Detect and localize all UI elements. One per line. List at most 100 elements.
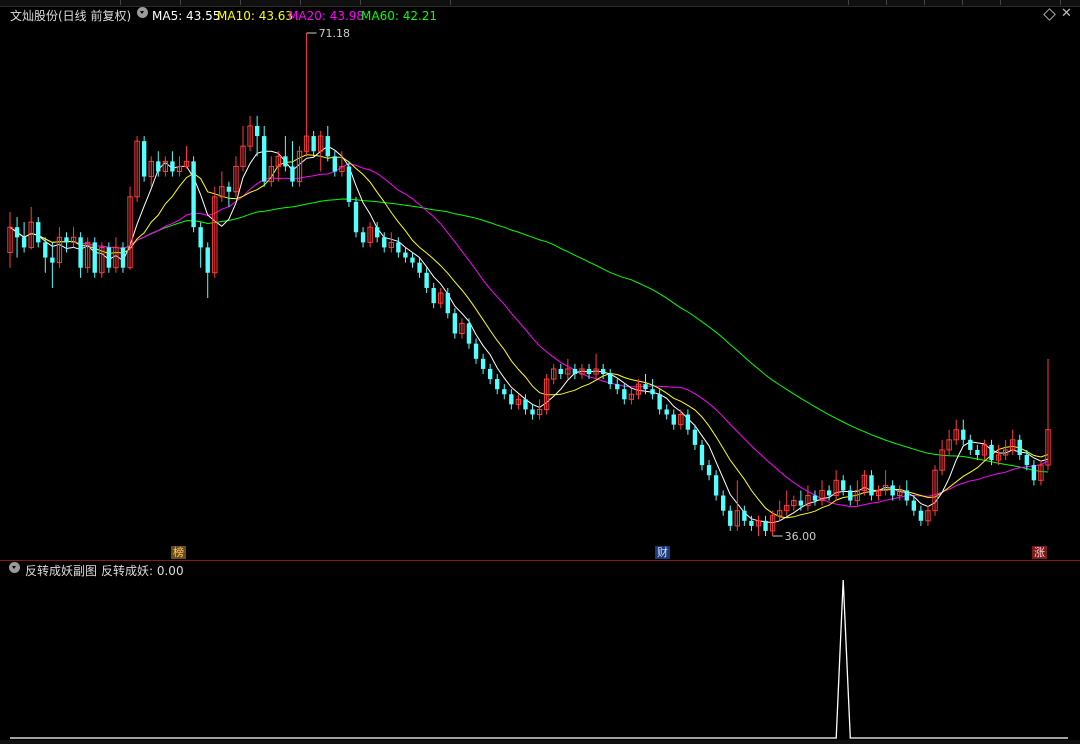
candle-body bbox=[283, 156, 288, 167]
candle-body bbox=[14, 227, 20, 238]
candle-body bbox=[586, 368, 592, 375]
candle-body bbox=[50, 257, 55, 263]
candle-body bbox=[473, 343, 479, 359]
sub-chart-header: 反转成妖副图 反转成妖: 0.00 bbox=[0, 562, 400, 580]
candle-body bbox=[812, 495, 818, 501]
candle-body bbox=[706, 465, 712, 476]
candle-body bbox=[692, 429, 698, 445]
candle-body bbox=[968, 439, 973, 450]
candle-body bbox=[890, 485, 895, 496]
candle-body bbox=[1024, 455, 1030, 466]
ma10-line bbox=[9, 154, 1049, 519]
candle-body bbox=[226, 186, 232, 192]
candle-body bbox=[346, 166, 352, 202]
candle-body bbox=[254, 125, 260, 137]
candle-body bbox=[509, 394, 514, 405]
high-label: 71.18 bbox=[319, 27, 351, 40]
candle-body bbox=[417, 262, 422, 273]
badge-bang[interactable]: 榜 bbox=[171, 546, 186, 559]
candle-body bbox=[671, 414, 676, 425]
candle-body bbox=[989, 444, 994, 461]
candle-body bbox=[290, 166, 295, 182]
candle-body bbox=[742, 510, 747, 521]
candle-body bbox=[205, 247, 210, 273]
candlestick-chart[interactable]: 71.18 36.00 bbox=[0, 0, 1080, 560]
candle-body bbox=[918, 510, 924, 521]
candle-body bbox=[841, 480, 846, 491]
dropdown-caret-icon[interactable] bbox=[9, 562, 20, 573]
candle-body bbox=[353, 201, 359, 233]
candle-body bbox=[382, 237, 387, 248]
candle-body bbox=[664, 409, 669, 415]
candle-body bbox=[600, 368, 606, 375]
candle-body bbox=[156, 161, 161, 172]
candle-body bbox=[92, 242, 97, 273]
candle-body bbox=[1031, 465, 1037, 481]
candle-body bbox=[826, 490, 832, 496]
candle-body bbox=[424, 272, 429, 288]
candle-body bbox=[36, 222, 41, 243]
candle-body bbox=[720, 495, 726, 511]
ma20-line bbox=[9, 163, 1049, 508]
subchart-value: 反转成妖: 0.00 bbox=[101, 564, 184, 578]
candle-body bbox=[78, 237, 83, 268]
candle-body bbox=[643, 384, 648, 390]
candle-body bbox=[396, 242, 401, 253]
candle-body bbox=[332, 156, 338, 172]
pane-divider[interactable] bbox=[0, 560, 1080, 561]
candle-body bbox=[170, 161, 175, 172]
candle-body bbox=[43, 242, 48, 258]
candle-body bbox=[699, 444, 705, 466]
candle-body bbox=[452, 313, 458, 334]
candle-body bbox=[1017, 439, 1022, 456]
candle-body bbox=[198, 227, 203, 248]
candle-body bbox=[608, 374, 613, 385]
candle-body bbox=[622, 389, 627, 400]
candle-body bbox=[749, 520, 754, 526]
candle-body bbox=[572, 368, 578, 375]
candle-body bbox=[374, 227, 380, 238]
candle-body bbox=[869, 475, 874, 496]
badge-zhang[interactable]: 涨 bbox=[1032, 546, 1047, 559]
candle-body bbox=[961, 429, 966, 440]
low-label: 36.00 bbox=[785, 530, 817, 543]
badge-cai[interactable]: 财 bbox=[655, 546, 670, 559]
candle-body bbox=[311, 136, 316, 152]
candle-body bbox=[615, 384, 620, 390]
candle-body bbox=[975, 449, 980, 456]
subchart-title: 反转成妖副图 bbox=[25, 564, 98, 578]
candle-body bbox=[911, 500, 917, 511]
candle-body bbox=[64, 237, 69, 243]
candle-body bbox=[141, 141, 147, 177]
candle-body bbox=[21, 237, 27, 248]
candle-body bbox=[466, 323, 472, 344]
candle-body bbox=[495, 379, 500, 390]
candle-body bbox=[262, 136, 267, 182]
candle-body bbox=[360, 232, 366, 243]
candle-body bbox=[728, 510, 733, 526]
candle-body bbox=[106, 247, 112, 268]
candle-body bbox=[848, 490, 853, 501]
candle-body bbox=[445, 293, 450, 314]
candle-body bbox=[487, 368, 493, 380]
bottom-strip bbox=[0, 740, 1080, 744]
candle-body bbox=[410, 257, 415, 263]
candle-body bbox=[530, 409, 535, 415]
ma60-line bbox=[9, 198, 1049, 473]
candle-body bbox=[523, 399, 528, 410]
candle-body bbox=[558, 368, 563, 375]
candle-body bbox=[657, 394, 662, 410]
candle-body bbox=[191, 161, 196, 228]
candle-body bbox=[685, 414, 691, 430]
candle-body bbox=[403, 252, 408, 258]
candle-body bbox=[650, 389, 655, 395]
candle-body bbox=[763, 520, 768, 531]
candle-body bbox=[713, 475, 719, 496]
candle-body bbox=[431, 287, 436, 304]
indicator-line bbox=[10, 579, 1068, 739]
candle-body bbox=[325, 136, 330, 157]
candle-body bbox=[904, 490, 909, 501]
candle-body bbox=[480, 358, 486, 369]
candle-body bbox=[798, 500, 804, 506]
candle-body bbox=[120, 247, 126, 268]
